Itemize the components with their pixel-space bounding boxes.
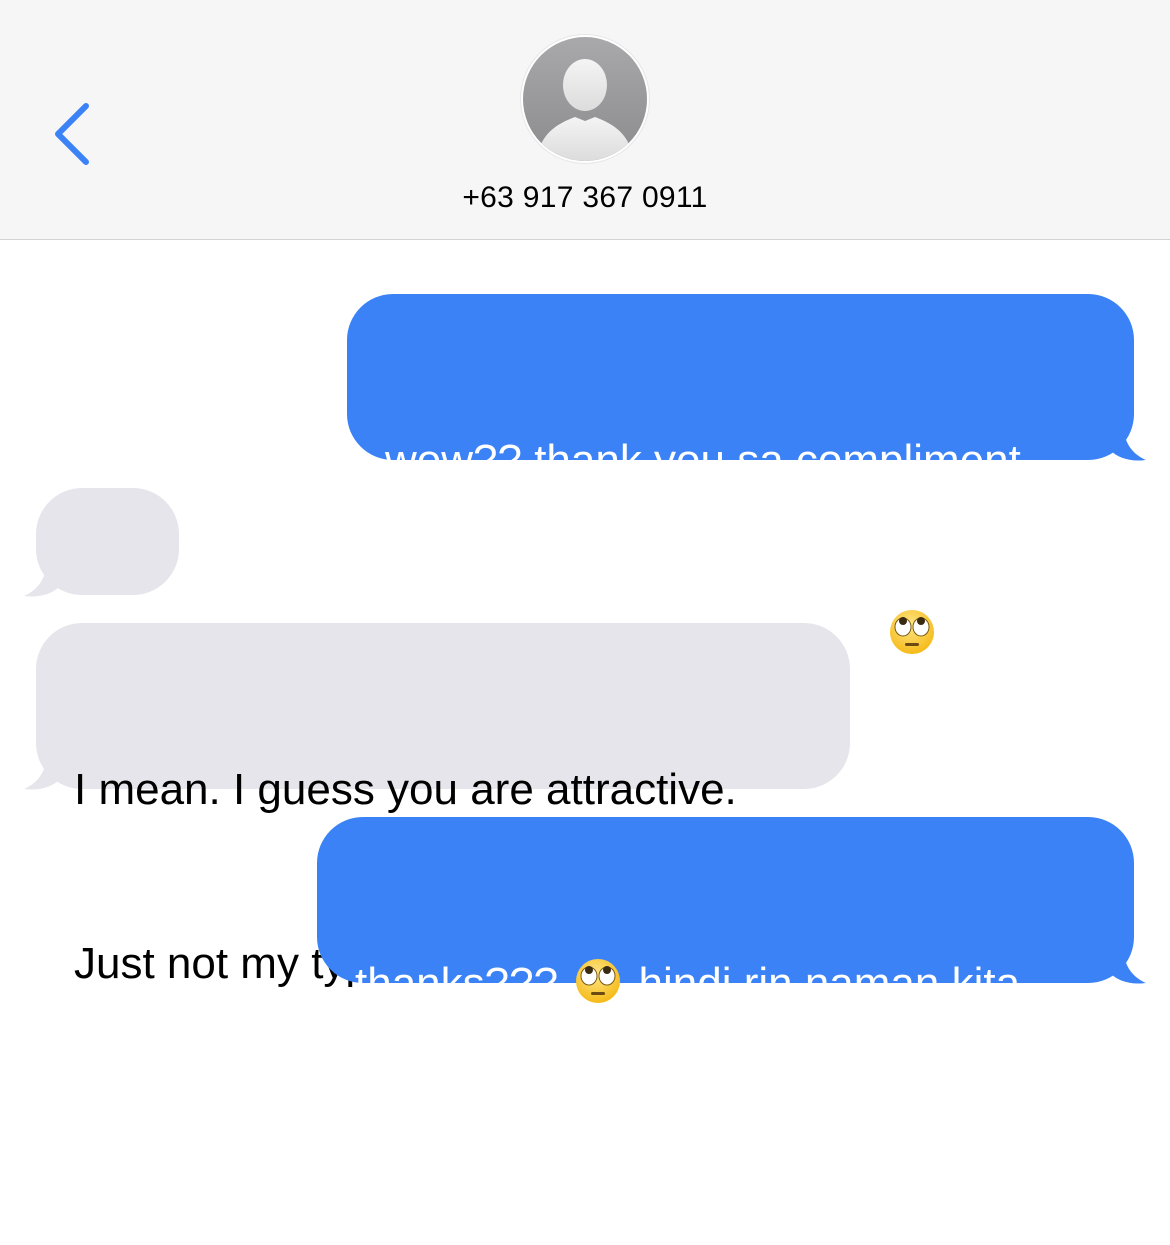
message-text: hindi rin naman kita xyxy=(626,959,1021,1008)
contact-phone-number[interactable]: +63 917 367 0911 xyxy=(0,181,1170,215)
bubble-tail xyxy=(24,564,60,597)
back-button[interactable] xyxy=(44,96,104,176)
message-text: thanks??? xyxy=(355,959,571,1008)
message-text-line: wow?? thank you sa compliment xyxy=(385,436,1021,485)
message-text-line: type so what’s the point xyxy=(355,1133,815,1182)
contact-avatar[interactable] xyxy=(523,37,647,161)
person-silhouette-icon xyxy=(523,37,647,161)
chevron-left-icon xyxy=(55,103,89,165)
message-bubble-received[interactable]: I mean. I guess you are attractive. Just… xyxy=(36,623,850,988)
bubble-tail xyxy=(1110,951,1146,984)
message-text-line: thanks??? hindi rin naman kita xyxy=(355,955,1104,1013)
conversation-header: +63 917 367 0911 xyxy=(0,0,1170,240)
message-bubble-sent[interactable]: wow?? thank you sa compliment ha! nakaka… xyxy=(347,294,1134,659)
bubble-tail xyxy=(1110,428,1146,461)
rolling-eyes-emoji-icon xyxy=(889,610,934,654)
bubble-tail xyxy=(24,757,60,790)
message-bubble-sent[interactable]: thanks??? hindi rin naman kita type so w… xyxy=(317,817,1134,1182)
rolling-eyes-emoji-icon xyxy=(576,959,621,1003)
message-text-line: I mean. I guess you are attractive. xyxy=(74,765,737,814)
